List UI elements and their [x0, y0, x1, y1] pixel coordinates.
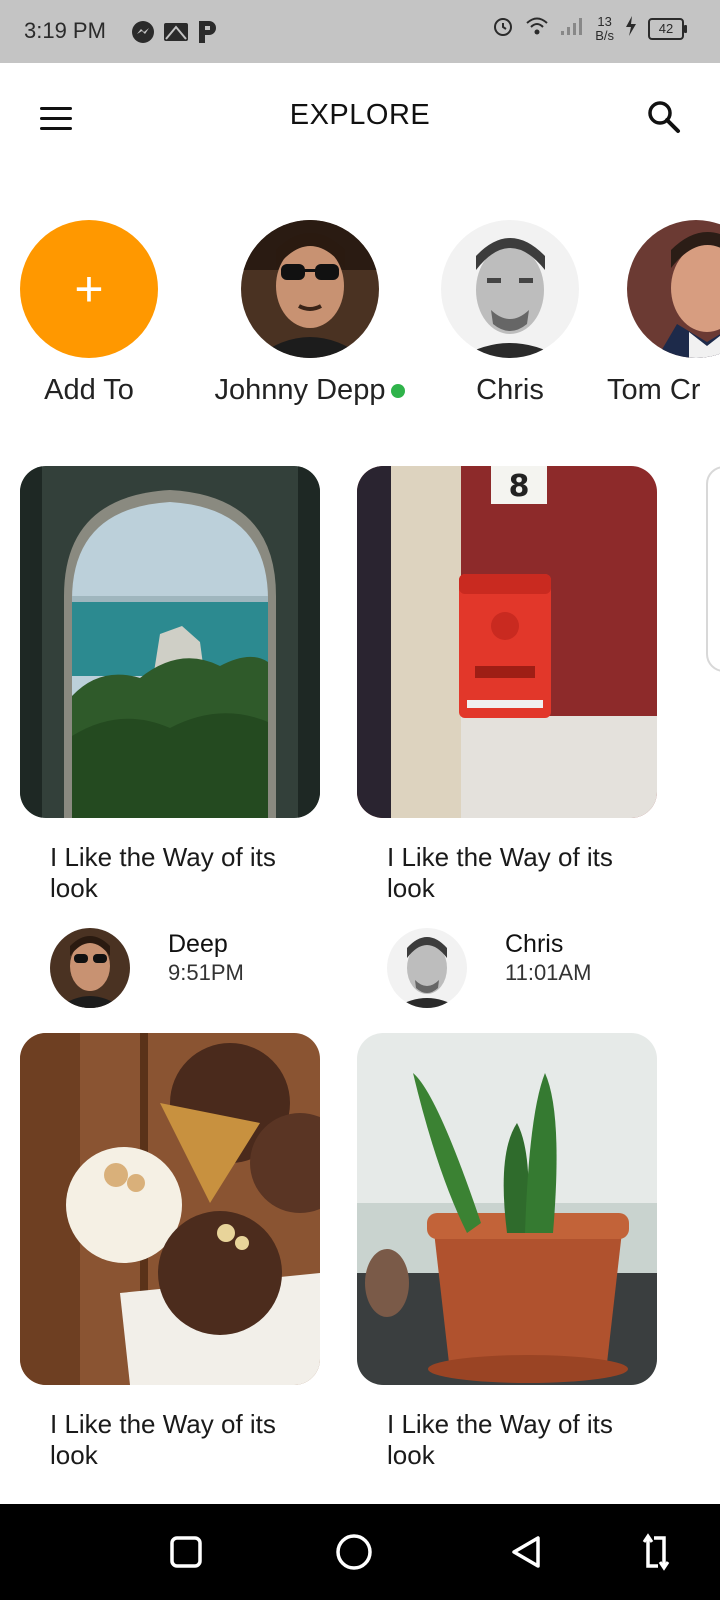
alarm-icon: [491, 14, 515, 43]
battery-indicator: 42: [648, 17, 687, 40]
page-title: EXPLORE: [289, 99, 431, 131]
author-name: Chris: [505, 930, 564, 958]
post-caption: I Like the Way of its look: [387, 842, 613, 903]
post-caption: I Like the Way of its look: [387, 1409, 613, 1470]
stories-row: + Add To Johnny Depp Chris Tom Cr: [0, 220, 720, 420]
story-name: Tom Cr: [607, 374, 701, 406]
online-status-dot: [391, 384, 406, 399]
story-tom[interactable]: Tom Cr: [607, 220, 720, 407]
post-card[interactable]: I Like the Way of its look Deep 9:51PM: [20, 466, 320, 1008]
charging-icon: [624, 15, 638, 42]
svg-text:8: 8: [509, 469, 530, 504]
author-avatar[interactable]: [387, 928, 467, 1008]
sea-arch-photo[interactable]: [20, 466, 320, 818]
add-story-button[interactable]: +: [20, 220, 158, 358]
post-time: 9:51PM: [168, 960, 244, 985]
search-icon[interactable]: [646, 99, 682, 135]
app-bar: EXPLORE: [0, 63, 720, 175]
author-avatar[interactable]: [50, 928, 130, 1008]
story-chris[interactable]: Chris: [441, 220, 579, 407]
post-caption: I Like the Way of its look: [50, 842, 276, 903]
author-name: Deep: [168, 930, 228, 958]
post-card[interactable]: 8 I Like the Way of its look Chris 11:01…: [357, 466, 657, 1008]
story-add[interactable]: + Add To: [20, 220, 158, 407]
pandora-icon: [196, 19, 218, 50]
story-name-text: Johnny Depp: [214, 374, 386, 406]
signal-icon: [559, 15, 585, 42]
speed-value: 13: [597, 13, 612, 29]
avatar[interactable]: [627, 220, 720, 358]
email-icon: [162, 19, 190, 50]
post-time: 11:01AM: [505, 960, 592, 985]
post-card[interactable]: I Like the Way of its look: [20, 1033, 320, 1471]
story-name: Chris: [476, 374, 544, 406]
ice-cream-photo[interactable]: [20, 1033, 320, 1385]
story-name: Johnny Depp: [205, 374, 415, 407]
status-bar: 3:19 PM 13 B/s 42: [0, 0, 720, 63]
post-author[interactable]: Deep 9:51PM: [50, 928, 320, 1008]
rotate-icon[interactable]: [636, 1532, 676, 1572]
wifi-icon: [525, 15, 549, 42]
avatar[interactable]: [241, 220, 379, 358]
messenger-icon: [130, 19, 156, 50]
cactus-photo[interactable]: [357, 1033, 657, 1385]
offscreen-card-edge: [706, 466, 720, 672]
avatar[interactable]: [441, 220, 579, 358]
back-triangle-icon[interactable]: [506, 1532, 546, 1572]
notification-icons: [130, 19, 218, 50]
system-navigation-bar: [0, 1504, 720, 1600]
status-right-group: 13 B/s 42: [491, 13, 687, 43]
story-name: Add To: [44, 374, 134, 406]
post-author[interactable]: Chris 11:01AM: [387, 928, 657, 1008]
plus-icon: +: [74, 261, 104, 317]
post-caption: I Like the Way of its look: [50, 1409, 276, 1470]
story-johnny-depp[interactable]: Johnny Depp: [205, 220, 415, 407]
home-circle-icon[interactable]: [334, 1532, 374, 1572]
red-mailbox-photo[interactable]: 8: [357, 466, 657, 818]
status-time: 3:19 PM: [24, 18, 106, 43]
speed-unit: B/s: [595, 27, 614, 43]
post-card[interactable]: I Like the Way of its look: [357, 1033, 657, 1471]
network-speed: 13 B/s: [595, 13, 614, 43]
recents-square-icon[interactable]: [166, 1532, 206, 1572]
